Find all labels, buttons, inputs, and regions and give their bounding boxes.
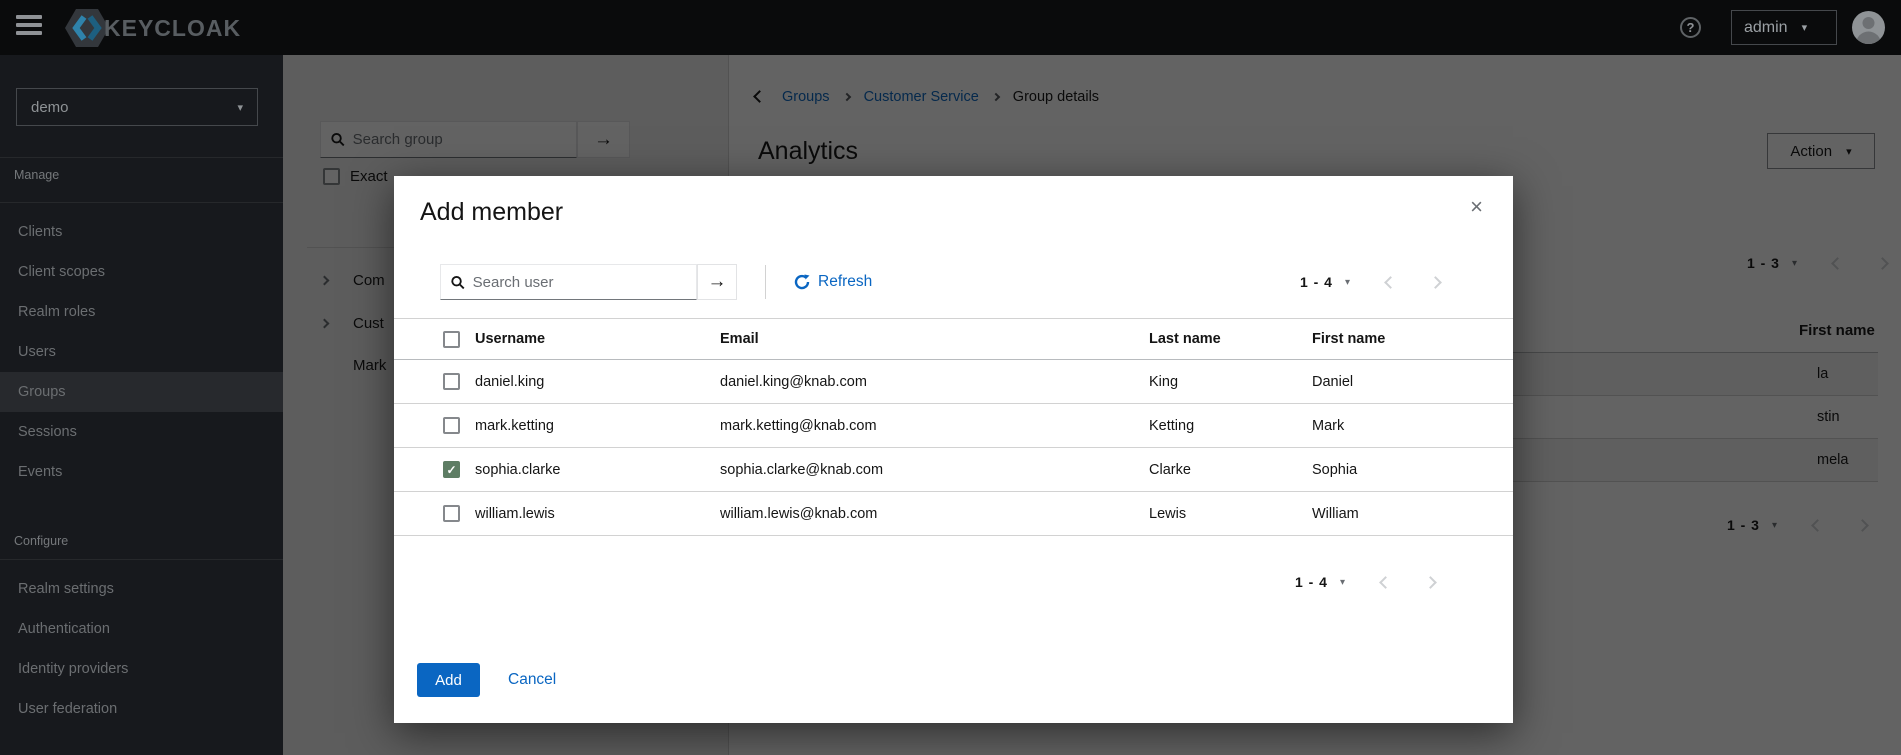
chevron-down-icon: ▾ [1802, 21, 1808, 34]
logo-text: KEYCLOAK [104, 15, 241, 42]
users-pagination-bottom: 1 - 4 ▾ [1295, 574, 1435, 590]
row-checkbox[interactable] [443, 417, 460, 434]
search-icon [451, 275, 465, 290]
sidebar-item-user-federation[interactable]: User federation [0, 689, 283, 729]
arrow-right-icon: → [708, 271, 727, 293]
row-checkbox[interactable] [443, 373, 460, 390]
users-pagination-top: 1 - 4 ▾ [1300, 264, 1440, 300]
sidebar: demo ▾ Manage Clients Client scopes Real… [0, 55, 283, 755]
cancel-button[interactable]: Cancel [508, 671, 556, 689]
check-icon: ✓ [446, 463, 456, 477]
sidebar-item-users[interactable]: Users [0, 332, 283, 372]
last-name-column-header: Last name [1149, 331, 1312, 347]
user-row: daniel.king daniel.king@knab.com King Da… [394, 360, 1513, 404]
sidebar-item-realm-roles[interactable]: Realm roles [0, 292, 283, 332]
chevron-down-icon[interactable]: ▾ [1340, 577, 1345, 588]
divider [765, 265, 766, 299]
email-column-header: Email [720, 331, 1149, 347]
sidebar-item-clients[interactable]: Clients [0, 212, 283, 252]
user-row: ✓ sophia.clarke sophia.clarke@knab.com C… [394, 448, 1513, 492]
keycloak-logo: KEYCLOAK [64, 7, 241, 49]
masthead: KEYCLOAK ? admin ▾ [0, 0, 1901, 55]
manage-nav: Clients Client scopes Realm roles Users … [0, 212, 283, 492]
user-search-submit-button[interactable]: → [697, 264, 737, 300]
sidebar-item-realm-settings[interactable]: Realm settings [0, 569, 283, 609]
add-button[interactable]: Add [417, 663, 480, 697]
keycloak-admin-console: KEYCLOAK ? admin ▾ demo ▾ Manage Clients… [0, 0, 1901, 755]
chevron-down-icon[interactable]: ▾ [1345, 277, 1350, 288]
refresh-button[interactable]: Refresh [794, 273, 872, 291]
users-table: Username Email Last name First name dani… [394, 318, 1513, 536]
sidebar-item-sessions[interactable]: Sessions [0, 412, 283, 452]
row-checkbox[interactable] [443, 505, 460, 522]
modal-footer: Add Cancel [417, 663, 556, 697]
avatar[interactable] [1852, 11, 1885, 44]
user-row: mark.ketting mark.ketting@knab.com Ketti… [394, 404, 1513, 448]
chevron-down-icon: ▾ [237, 101, 243, 114]
refresh-icon [794, 274, 810, 290]
user-menu-label: admin [1744, 19, 1788, 37]
previous-page-button[interactable] [1384, 276, 1397, 289]
configure-nav: Realm settings Authentication Identity p… [0, 569, 283, 729]
sidebar-item-identity-providers[interactable]: Identity providers [0, 649, 283, 689]
sidebar-item-authentication[interactable]: Authentication [0, 609, 283, 649]
close-icon[interactable]: × [1470, 196, 1483, 218]
next-page-button[interactable] [1429, 276, 1442, 289]
user-search: → [440, 264, 737, 300]
add-member-modal: Add member × → Refresh [394, 176, 1513, 723]
modal-toolbar: → Refresh 1 - 4 ▾ [440, 264, 1487, 300]
sidebar-section-configure: Configure [14, 534, 68, 548]
divider [0, 157, 283, 158]
user-row: william.lewis william.lewis@knab.com Lew… [394, 492, 1513, 536]
users-table-header: Username Email Last name First name [394, 318, 1513, 360]
select-all-checkbox[interactable] [443, 331, 460, 348]
user-menu-dropdown[interactable]: admin ▾ [1731, 10, 1837, 45]
help-icon[interactable]: ? [1680, 17, 1701, 38]
username-column-header: Username [475, 331, 720, 347]
next-page-button[interactable] [1424, 576, 1437, 589]
sidebar-item-client-scopes[interactable]: Client scopes [0, 252, 283, 292]
sidebar-item-groups[interactable]: Groups [0, 372, 283, 412]
user-search-input[interactable] [473, 274, 686, 291]
divider [0, 559, 283, 560]
sidebar-item-events[interactable]: Events [0, 452, 283, 492]
row-checkbox-checked[interactable]: ✓ [443, 461, 460, 478]
modal-title: Add member [420, 198, 563, 227]
first-name-column-header: First name [1312, 331, 1513, 347]
sidebar-section-manage: Manage [14, 168, 59, 182]
hamburger-menu-icon[interactable] [16, 15, 42, 39]
divider [0, 202, 283, 203]
realm-selector-value: demo [31, 99, 69, 116]
realm-selector[interactable]: demo ▾ [16, 88, 258, 126]
previous-page-button[interactable] [1379, 576, 1392, 589]
person-icon [1852, 11, 1885, 44]
